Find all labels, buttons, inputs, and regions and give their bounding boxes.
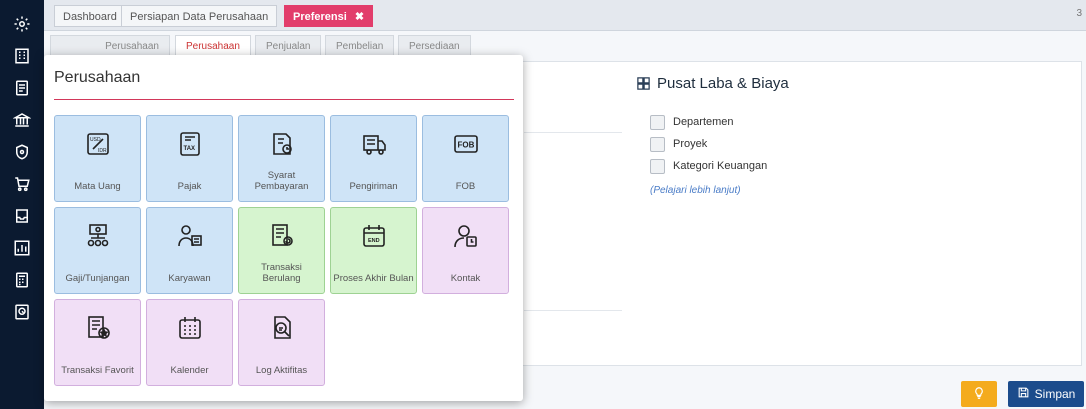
settings-icon[interactable] [11, 13, 33, 35]
option-label: Kategori Keuangan [673, 160, 768, 172]
tile-label: Transaksi Favorit [61, 365, 134, 376]
option-label: Departemen [673, 116, 734, 128]
inbox-icon[interactable] [11, 205, 33, 227]
tile-label: Transaksi Berulang [261, 262, 302, 284]
tile-log-aktifitas[interactable]: Log Aktifitas [238, 299, 325, 386]
tile-pajak[interactable]: TAX Pajak [146, 115, 233, 202]
divider [524, 132, 622, 133]
tile-karyawan[interactable]: Karyawan [146, 207, 233, 294]
tab-label: Persiapan Data Perusahaan [130, 11, 269, 23]
option-kategori-keuangan[interactable]: Kategori Keuangan [650, 155, 767, 177]
learn-more-link[interactable]: (Pelajari lebih lanjut) [650, 185, 741, 196]
tile-kalender[interactable]: Kalender [146, 299, 233, 386]
payroll-icon [84, 222, 112, 250]
document-icon[interactable] [11, 77, 33, 99]
tile-label: Syarat Pembayaran [254, 170, 309, 192]
tile-mata-uang[interactable]: USD IDR Mata Uang [54, 115, 141, 202]
subtab-pembelian[interactable]: Pembelian [325, 35, 395, 57]
subtab-persediaan[interactable]: Persediaan [398, 35, 471, 57]
tab-label: Preferensi [293, 11, 347, 23]
employee-icon [176, 222, 204, 250]
option-departemen[interactable]: Departemen [650, 111, 767, 133]
perusahaan-popup: Perusahaan USD IDR Mata Uang TAX Pajak Sy… [44, 55, 523, 401]
chart-icon[interactable] [11, 237, 33, 259]
option-proyek[interactable]: Proyek [650, 133, 767, 155]
recurring-icon [268, 222, 296, 250]
popup-divider [54, 99, 514, 100]
close-icon[interactable]: ✖ [355, 11, 364, 23]
subtab-penjualan[interactable]: Penjualan [255, 35, 322, 57]
tab-persiapan-data[interactable]: Persiapan Data Perusahaan [121, 5, 278, 27]
tile-transaksi-favorit[interactable]: Transaksi Favorit [54, 299, 141, 386]
tile-label: Gaji/Tunjangan [65, 273, 130, 284]
payment-terms-icon [268, 130, 296, 158]
tile-proses-akhir-bulan[interactable]: END Proses Akhir Bulan [330, 207, 417, 294]
calculator-icon[interactable] [11, 269, 33, 291]
save-label: Simpan [1034, 387, 1076, 401]
checkbox[interactable] [650, 136, 665, 152]
checkbox[interactable] [650, 114, 665, 130]
currency-icon: USD IDR [84, 130, 112, 158]
tile-label: Kontak [450, 273, 481, 284]
hint-button[interactable] [961, 381, 997, 407]
tile-label: FOB [455, 181, 476, 192]
subtab-perusahaan[interactable]: Perusahaan [175, 35, 251, 57]
report-icon[interactable] [11, 301, 33, 323]
checkbox[interactable] [650, 158, 665, 174]
tab-dashboard[interactable]: Dashboard [54, 5, 126, 27]
floppy-icon [1017, 386, 1035, 402]
tile-pengiriman[interactable]: Pengiriman [330, 115, 417, 202]
tile-transaksi-berulang[interactable]: Transaksi Berulang [238, 207, 325, 294]
tab-preferensi[interactable]: Preferensi ✖ [284, 5, 374, 27]
option-label: Proyek [673, 138, 708, 150]
fob-icon: FOB [452, 130, 480, 158]
profit-center-heading: Pusat Laba & Biaya [636, 75, 789, 92]
tab-label: Dashboard [63, 11, 117, 23]
popup-title: Perusahaan [54, 69, 141, 86]
profit-center-options: Departemen Proyek Kategori Keuangan [650, 111, 767, 177]
contact-icon [452, 222, 480, 250]
tile-label: Karyawan [168, 273, 211, 284]
svg-text:IDR: IDR [98, 148, 107, 154]
activity-log-icon [268, 314, 296, 342]
bank-icon[interactable] [11, 109, 33, 131]
tile-syarat-pembayaran[interactable]: Syarat Pembayaran [238, 115, 325, 202]
top-tab-bar: Dashboard Persiapan Data Perusahaan Pref… [44, 0, 1086, 31]
cart-icon[interactable] [11, 173, 33, 195]
tile-kontak[interactable]: Kontak [422, 207, 509, 294]
divider [524, 310, 622, 311]
tile-label: Pengiriman [349, 181, 398, 192]
tile-label: Proses Akhir Bulan [333, 273, 414, 284]
svg-text:USD: USD [90, 137, 101, 143]
favorite-icon [84, 314, 112, 342]
end-month-icon: END [360, 222, 388, 250]
left-sidebar [0, 0, 44, 409]
svg-text:END: END [368, 238, 380, 244]
lightbulb-icon [972, 386, 986, 403]
corner-counter: 3 [1076, 8, 1082, 19]
profit-center-title: Pusat Laba & Biaya [657, 75, 789, 92]
subtab-perusahaan-main[interactable]: Perusahaan [50, 35, 170, 57]
tile-fob[interactable]: FOB FOB [422, 115, 509, 202]
svg-text:TAX: TAX [183, 146, 195, 152]
calendar-icon [176, 314, 204, 342]
save-button[interactable]: Simpan [1008, 381, 1084, 407]
tile-label: Pajak [177, 181, 202, 192]
tile-gaji-tunjangan[interactable]: Gaji/Tunjangan [54, 207, 141, 294]
building-icon[interactable] [11, 45, 33, 67]
shipping-icon [360, 130, 388, 158]
tile-label: Mata Uang [74, 181, 121, 192]
org-chart-icon [636, 76, 651, 91]
svg-text:FOB: FOB [457, 141, 474, 150]
shield-icon[interactable] [11, 141, 33, 163]
tile-label: Log Aktifitas [255, 365, 308, 376]
tax-icon: TAX [176, 130, 204, 158]
tile-label: Kalender [170, 365, 209, 376]
